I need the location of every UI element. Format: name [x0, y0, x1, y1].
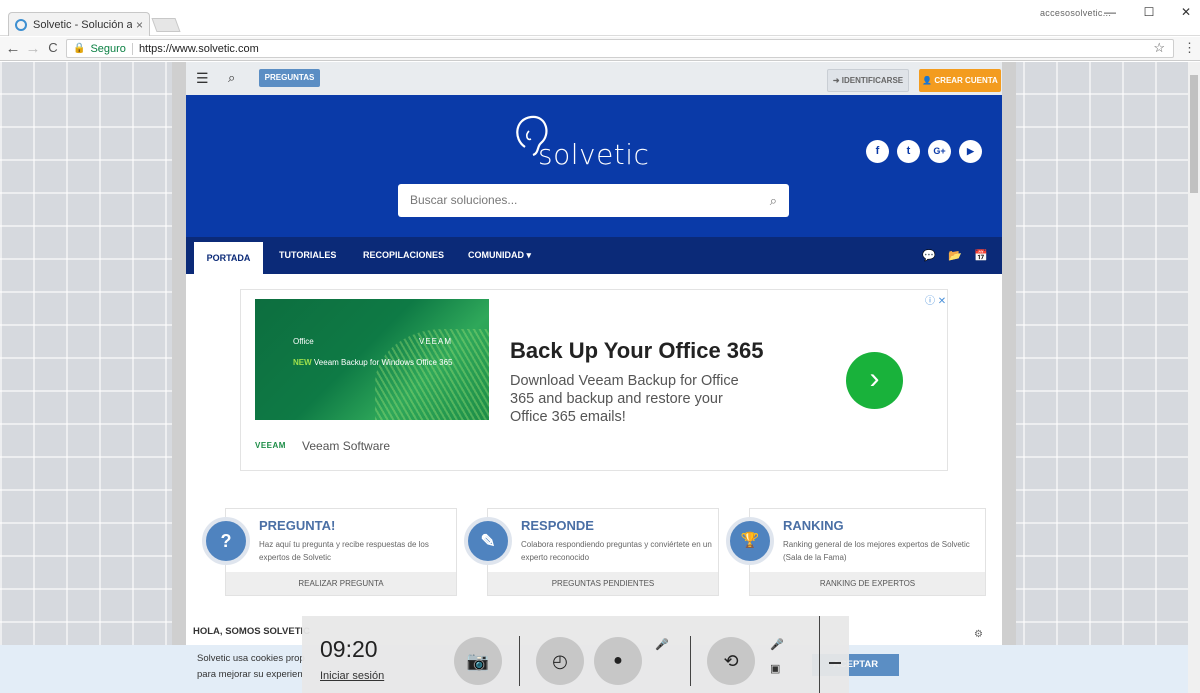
clock-time: 09:20 — [320, 636, 378, 662]
tab-close-icon[interactable]: × — [136, 18, 143, 32]
site-topnav: ☰ ⌕ PREGUNTAS ➜ IDENTIFICARSE 👤 CREAR CU… — [186, 62, 1002, 95]
search-icon[interactable]: ⌕ — [228, 70, 235, 86]
card-desc: Colabora respondiendo preguntas y convié… — [521, 540, 712, 562]
facebook-icon[interactable]: f — [866, 140, 889, 163]
lock-icon: 🔒 — [73, 43, 86, 54]
site-search-input[interactable]: Buscar soluciones... ⌕ — [398, 184, 789, 217]
timer-icon[interactable]: ◴ — [536, 637, 584, 685]
maximize-button[interactable]: ☐ — [1139, 4, 1159, 20]
login-link[interactable]: Iniciar sesión — [320, 670, 384, 682]
pencil-icon: ✎ — [464, 517, 512, 565]
main-nav: PORTADA TUTORIALES RECOPILACIONES COMUNI… — [186, 237, 1002, 274]
card-title: PREGUNTA! — [259, 518, 336, 533]
new-tab-button[interactable] — [151, 18, 181, 32]
question-icon: ? — [202, 517, 250, 565]
search-placeholder: Buscar soluciones... — [410, 193, 518, 207]
ad-image[interactable]: Office VEEAM NEW Veeam Backup for Window… — [255, 299, 489, 420]
browser-tabbar: Solvetic - Solución a los p × accesosolv… — [0, 0, 1200, 36]
forward-button[interactable]: → — [24, 40, 42, 57]
video-off-icon[interactable]: ▣ — [770, 662, 780, 675]
nav-portada[interactable]: PORTADA — [194, 242, 263, 274]
advertisement[interactable]: Office VEEAM NEW Veeam Backup for Window… — [240, 289, 948, 471]
login-button[interactable]: ➜ IDENTIFICARSE — [827, 69, 909, 92]
card-ranking: 🏆 RANKING Ranking general de los mejores… — [726, 508, 986, 596]
ad-go-button[interactable]: › — [846, 352, 903, 409]
minimize-overlay-icon[interactable] — [829, 662, 841, 664]
create-account-button[interactable]: 👤 CREAR CUENTA — [919, 69, 1001, 92]
ad-title[interactable]: Back Up Your Office 365 — [510, 338, 764, 364]
card-desc: Ranking general de los mejores expertos … — [783, 540, 970, 562]
card-title: RESPONDE — [521, 518, 594, 533]
card-pregunta: ? PREGUNTA! Haz aquí tu pregunta y recib… — [202, 508, 457, 596]
calendar-icon[interactable]: 📅 — [974, 249, 988, 262]
hamburger-menu-icon[interactable]: ☰ — [196, 70, 209, 87]
ad-veeam-label: VEEAM — [419, 337, 453, 346]
stabilize-icon[interactable]: ⟲ — [707, 637, 755, 685]
search-icon[interactable]: ⌕ — [770, 184, 777, 217]
chat-icon[interactable]: 💬 — [922, 249, 936, 262]
gear-icon[interactable]: ⚙ — [974, 629, 983, 640]
minimize-button[interactable]: — — [1100, 4, 1120, 20]
realizar-pregunta-button[interactable]: REALIZAR PREGUNTA — [226, 572, 456, 595]
tab-title: Solvetic - Solución a los p — [33, 18, 132, 31]
site-header: solvetic f t G+ ▶ Buscar soluciones... ⌕ — [186, 95, 1002, 237]
mic-icon[interactable]: 🎤 — [770, 638, 784, 651]
twitter-icon[interactable]: t — [897, 140, 920, 163]
card-responde: ✎ RESPONDE Colabora respondiendo pregunt… — [464, 508, 719, 596]
trophy-icon: 🏆 — [726, 517, 774, 565]
youtube-icon[interactable]: ▶ — [959, 140, 982, 163]
browser-tab[interactable]: Solvetic - Solución a los p × — [8, 12, 150, 36]
preguntas-pendientes-button[interactable]: PREGUNTAS PENDIENTES — [488, 572, 718, 595]
url-input[interactable]: 🔒 Seguro https://www.solvetic.com ☆ — [66, 39, 1174, 58]
camera-overlay: 09:20 Iniciar sesión 📷 ◴ ● 🎤 ⟲ 🎤 ▣ — [302, 616, 849, 693]
back-button[interactable]: ← — [4, 40, 22, 57]
record-icon[interactable]: ● — [594, 637, 642, 685]
bookmark-star-icon[interactable]: ☆ — [1153, 40, 1165, 56]
address-bar: ← → C 🔒 Seguro https://www.solvetic.com … — [0, 37, 1200, 61]
browser-menu-icon[interactable]: ⋮ — [1183, 40, 1196, 56]
scrollbar-thumb[interactable] — [1190, 75, 1198, 193]
nav-tutoriales[interactable]: TUTORIALES — [279, 237, 336, 274]
ad-new-label: NEW Veeam Backup for Windows Office 365 — [293, 358, 453, 367]
google-plus-icon[interactable]: G+ — [928, 140, 951, 163]
nav-recopilaciones[interactable]: RECOPILACIONES — [363, 237, 444, 274]
ranking-expertos-button[interactable]: RANKING DE EXPERTOS — [750, 572, 985, 595]
nav-comunidad[interactable]: COMUNIDAD ▾ — [468, 237, 531, 274]
logo-text: solvetic — [538, 138, 650, 171]
mic-off-icon[interactable]: 🎤 — [655, 638, 669, 651]
url-text: https://www.solvetic.com — [138, 42, 259, 55]
cookie-text: Solvetic usa cookies prop para mejorar s… — [197, 653, 305, 680]
folder-icon[interactable]: 📂 — [948, 249, 962, 262]
ad-choices-icon[interactable]: ⓘ ✕ — [925, 292, 946, 307]
secure-label: Seguro — [90, 42, 126, 55]
card-desc: Haz aquí tu pregunta y recibe respuestas… — [259, 540, 429, 562]
site-favicon-icon — [15, 18, 27, 31]
ad-brand-logo: VEEAM — [255, 441, 286, 450]
reload-button[interactable]: C — [44, 40, 62, 55]
site-container: ☰ ⌕ PREGUNTAS ➜ IDENTIFICARSE 👤 CREAR CU… — [186, 62, 1002, 693]
card-title: RANKING — [783, 518, 844, 533]
ad-body: Download Veeam Backup for Office 365 and… — [510, 373, 739, 425]
preguntas-button[interactable]: PREGUNTAS — [259, 69, 320, 87]
camera-icon[interactable]: 📷 — [454, 637, 502, 685]
close-window-button[interactable]: ✕ — [1176, 4, 1196, 20]
ad-office-label: Office — [293, 337, 314, 346]
ad-brand[interactable]: Veeam Software — [302, 439, 390, 453]
section-heading: HOLA, SOMOS SOLVETIC — [193, 626, 310, 637]
